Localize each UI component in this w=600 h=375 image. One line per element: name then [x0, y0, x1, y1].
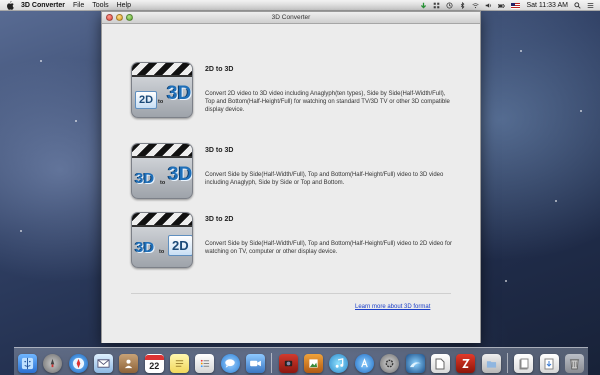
- notes-icon[interactable]: [170, 354, 190, 373]
- icon-3d-label: 3D: [135, 239, 155, 256]
- reminders-icon[interactable]: [195, 354, 215, 373]
- icon-3d-label: 3D: [168, 164, 193, 185]
- menu-clock[interactable]: Sat 11:33 AM: [526, 2, 568, 9]
- filezilla-icon[interactable]: [456, 354, 476, 373]
- messages-icon[interactable]: [220, 354, 240, 373]
- trash-icon[interactable]: [564, 354, 584, 373]
- calendar-icon[interactable]: 22: [144, 354, 164, 373]
- menu-tools[interactable]: Tools: [92, 2, 108, 9]
- mail-icon[interactable]: [94, 354, 114, 373]
- 3d-to-2d-icon[interactable]: 3D to 2D: [131, 212, 193, 268]
- menu-extras: Sat 11:33 AM: [420, 0, 594, 11]
- icon-to-label: to: [159, 249, 165, 255]
- star: [20, 230, 22, 232]
- icon-to-label: to: [158, 99, 164, 105]
- dock: 22: [14, 347, 588, 375]
- icon-2d-label: 2D: [135, 91, 158, 109]
- option-description: Convert Side by Side(Half-Width/Full), T…: [205, 241, 452, 255]
- icon-to-label: to: [160, 180, 166, 186]
- dock-separator: [506, 353, 508, 373]
- bluetooth-icon[interactable]: [459, 2, 466, 9]
- icon-3d-label: 3D: [167, 83, 192, 104]
- app-window: 3D Converter 2D to 3D 2D to 3D Convert 2…: [101, 11, 481, 343]
- star: [505, 280, 507, 282]
- option-3d-to-3d[interactable]: 3D to 3D 3D to 3D Convert Side by Side(H…: [131, 143, 451, 213]
- option-title[interactable]: 3D to 2D: [205, 216, 233, 223]
- contacts-icon[interactable]: [119, 354, 139, 373]
- safari-icon[interactable]: [68, 354, 88, 373]
- menu-app-name[interactable]: 3D Converter: [21, 2, 65, 9]
- menu-file[interactable]: File: [73, 2, 84, 9]
- minimize-button[interactable]: [116, 14, 123, 21]
- option-description: Convert 2D video to 3D video including A…: [205, 91, 450, 113]
- learn-more-link[interactable]: Learn more about 3D format: [355, 304, 430, 310]
- star: [555, 200, 557, 202]
- option-description: Convert Side by Side(Half-Width/Full), T…: [205, 172, 444, 186]
- grid-icon[interactable]: [433, 2, 440, 9]
- calendar-day: 22: [149, 361, 160, 371]
- finder-icon[interactable]: [18, 354, 37, 373]
- option-2d-to-3d[interactable]: 2D to 3D 2D to 3D Convert 2D video to 3D…: [131, 62, 451, 132]
- photo-booth-icon[interactable]: [278, 354, 298, 373]
- 2d-to-3d-icon[interactable]: 2D to 3D: [131, 62, 193, 118]
- app-store-icon[interactable]: [354, 354, 374, 373]
- dock-separator: [271, 353, 273, 373]
- notification-center-icon[interactable]: [587, 2, 594, 9]
- icon-2d-label: 2D: [168, 235, 192, 256]
- window-content: 2D to 3D 2D to 3D Convert 2D video to 3D…: [102, 25, 480, 343]
- menu-help[interactable]: Help: [117, 2, 131, 9]
- iphoto-icon[interactable]: [304, 354, 324, 373]
- downloads-stack-icon[interactable]: [539, 354, 559, 373]
- close-button[interactable]: [106, 14, 113, 21]
- star: [75, 120, 77, 122]
- volume-icon[interactable]: [485, 2, 492, 9]
- window-controls: [106, 14, 133, 21]
- battery-icon[interactable]: [498, 2, 506, 9]
- us-flag-icon[interactable]: [511, 2, 521, 9]
- 3d-to-3d-icon[interactable]: 3D to 3D: [131, 143, 193, 199]
- menu-bar: 3D Converter File Tools Help Sat 11:33 A…: [0, 0, 600, 11]
- option-title[interactable]: 2D to 3D: [205, 66, 233, 73]
- system-preferences-icon[interactable]: [380, 354, 400, 373]
- documents-stack-icon[interactable]: [514, 354, 534, 373]
- star: [520, 50, 522, 52]
- time-machine-icon[interactable]: [446, 2, 453, 9]
- clapperboard-icon: [132, 144, 192, 158]
- clapperboard-icon: [132, 213, 192, 227]
- 3d-converter-icon[interactable]: [405, 354, 425, 373]
- folder-icon[interactable]: [481, 354, 501, 373]
- spotlight-search-icon[interactable]: [574, 2, 581, 9]
- download-arrow-icon[interactable]: [420, 2, 427, 9]
- zoom-button[interactable]: [126, 14, 133, 21]
- option-3d-to-2d[interactable]: 3D to 2D 3D to 2D Convert Side by Side(H…: [131, 212, 452, 282]
- clapperboard-icon: [132, 63, 192, 77]
- itunes-icon[interactable]: [329, 354, 349, 373]
- facetime-icon[interactable]: [246, 354, 266, 373]
- option-title[interactable]: 3D to 3D: [205, 147, 233, 154]
- window-title: 3D Converter: [271, 14, 311, 21]
- wifi-icon[interactable]: [472, 2, 480, 9]
- apple-menu-icon[interactable]: [6, 0, 16, 10]
- divider: [131, 293, 451, 294]
- window-titlebar[interactable]: 3D Converter: [102, 12, 480, 24]
- star: [580, 110, 582, 112]
- icon-3d-label: 3D: [135, 170, 155, 187]
- preview-icon[interactable]: [430, 354, 450, 373]
- star: [40, 60, 42, 62]
- launchpad-icon[interactable]: [43, 354, 63, 373]
